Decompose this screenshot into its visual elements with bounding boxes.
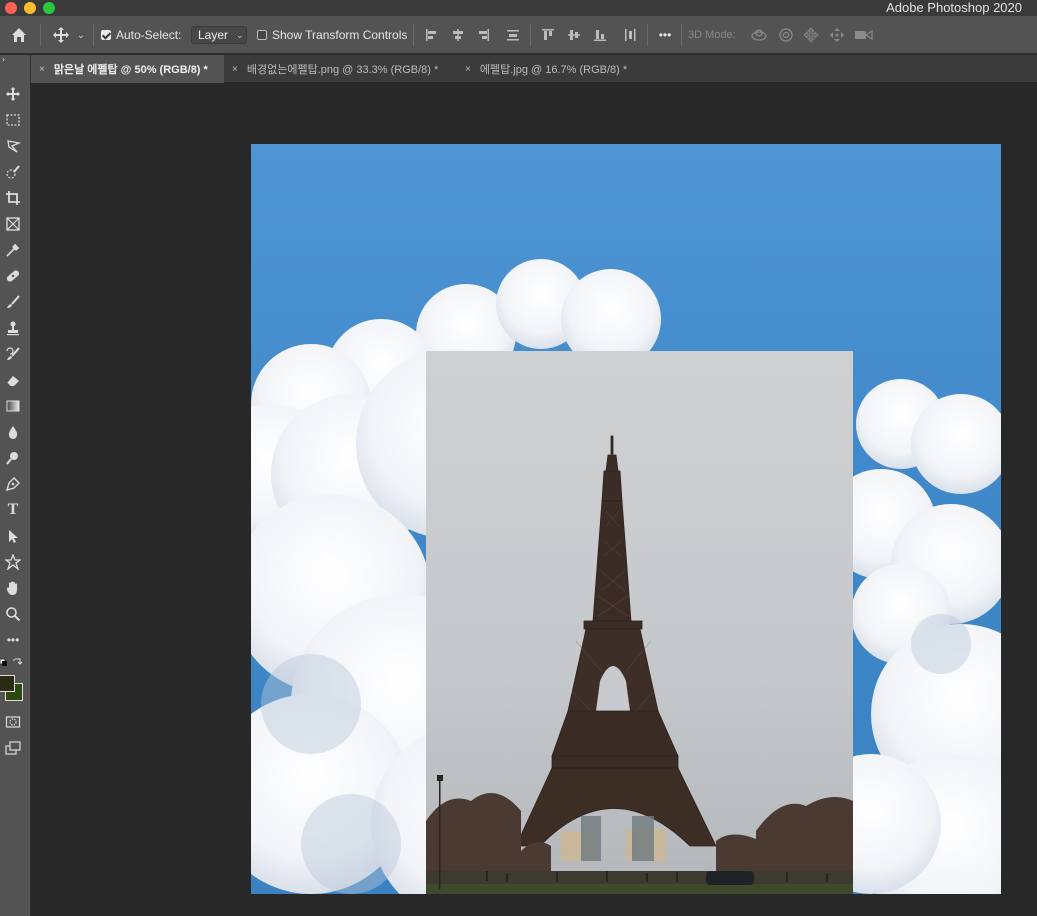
tab-label: 맑은날 에펠탑 @ 50% (RGB/8) *: [53, 64, 208, 76]
tool-preset-chevron-icon[interactable]: ⌄: [74, 16, 88, 54]
tab-label: 배경없는에펠탑.png @ 33.3% (RGB/8) *: [246, 64, 439, 76]
brush-icon[interactable]: [2, 291, 24, 313]
move-tool-icon[interactable]: [2, 83, 24, 105]
auto-select-option[interactable]: Auto-Select:: [101, 16, 181, 54]
distribute-horizontal-spacing-icon[interactable]: [621, 16, 639, 54]
show-transform-label: Show Transform Controls: [272, 28, 408, 42]
align-top-edges-icon[interactable]: [539, 16, 557, 54]
zoom-icon[interactable]: [2, 603, 24, 625]
document-tabs: × 맑은날 에펠탑 @ 50% (RGB/8) * × 배경없는에펠탑.png …: [31, 55, 1037, 83]
app-title: Adobe Photoshop 2020: [886, 0, 1022, 15]
history-brush-icon[interactable]: [2, 343, 24, 365]
minimize-window-button[interactable]: [24, 2, 36, 14]
tab-document-3[interactable]: × 에펠탑.jpg @ 16.7% (RGB/8) *: [457, 55, 647, 83]
home-icon[interactable]: [8, 16, 30, 54]
distribute-vertical-spacing-icon[interactable]: [504, 16, 522, 54]
lasso-icon[interactable]: [2, 135, 24, 157]
3d-slide-icon[interactable]: [827, 16, 847, 54]
3d-mode-label: 3D Mode:: [688, 29, 736, 41]
align-horizontal-centers-icon[interactable]: [449, 16, 467, 54]
3d-orbit-icon[interactable]: [749, 16, 769, 54]
align-right-edges-icon[interactable]: [474, 16, 492, 54]
gradient-icon[interactable]: [2, 395, 24, 417]
hand-icon[interactable]: [2, 577, 24, 599]
3d-roll-icon[interactable]: [776, 16, 796, 54]
auto-select-target-dropdown[interactable]: Layer ⌄: [191, 16, 247, 54]
3d-pan-icon[interactable]: [801, 16, 821, 54]
3d-scale-camera-icon[interactable]: [853, 16, 875, 54]
align-vertical-centers-icon[interactable]: [565, 16, 583, 54]
close-tab-icon[interactable]: ×: [232, 64, 238, 75]
tools-panel: › T •••: [0, 54, 31, 916]
auto-select-label: Auto-Select:: [116, 28, 182, 42]
tab-document-2[interactable]: × 배경없는에펠탑.png @ 33.3% (RGB/8) *: [224, 55, 457, 83]
close-tab-icon[interactable]: ×: [465, 64, 471, 75]
close-tab-icon[interactable]: ×: [39, 64, 45, 75]
frame-icon[interactable]: [2, 213, 24, 235]
screen-mode-icon[interactable]: [2, 737, 24, 759]
chevron-down-icon: ⌄: [236, 29, 244, 40]
more-options-button[interactable]: •••: [654, 16, 676, 54]
custom-shape-icon[interactable]: [2, 551, 24, 573]
align-bottom-edges-icon[interactable]: [591, 16, 609, 54]
show-transform-option[interactable]: Show Transform Controls: [257, 16, 407, 54]
auto-select-target-value: Layer: [198, 28, 229, 42]
type-icon[interactable]: T: [2, 499, 24, 521]
move-tool-icon[interactable]: [50, 16, 72, 54]
edit-toolbar-button[interactable]: •••: [2, 629, 24, 651]
foreground-color-swatch[interactable]: [0, 675, 15, 692]
quick-mask-icon[interactable]: [2, 711, 24, 733]
tab-label: 에펠탑.jpg @ 16.7% (RGB/8) *: [479, 64, 628, 76]
rectangular-marquee-icon[interactable]: [2, 109, 24, 131]
show-transform-checkbox[interactable]: [257, 30, 267, 40]
options-bar: ⌄ Auto-Select: Layer ⌄ Show Transform Co…: [0, 16, 1037, 54]
collapse-panel-icon[interactable]: ›: [2, 54, 5, 64]
default-colors-icon[interactable]: [0, 655, 26, 669]
quick-selection-icon[interactable]: [2, 161, 24, 183]
align-left-edges-icon[interactable]: [423, 16, 441, 54]
eiffel-tower-layer-image[interactable]: [426, 351, 853, 894]
healing-brush-icon[interactable]: [2, 265, 24, 287]
eraser-icon[interactable]: [2, 369, 24, 391]
auto-select-checkbox[interactable]: [101, 30, 111, 40]
blur-icon[interactable]: [2, 421, 24, 443]
clone-stamp-icon[interactable]: [2, 317, 24, 339]
close-window-button[interactable]: [5, 2, 17, 14]
path-selection-icon[interactable]: [2, 525, 24, 547]
crop-icon[interactable]: [2, 187, 24, 209]
eyedropper-icon[interactable]: [2, 239, 24, 261]
pen-icon[interactable]: [2, 473, 24, 495]
tab-document-1[interactable]: × 맑은날 에펠탑 @ 50% (RGB/8) *: [31, 55, 224, 83]
maximize-window-button[interactable]: [43, 2, 55, 14]
title-bar: Adobe Photoshop 2020: [0, 0, 1037, 16]
dodge-icon[interactable]: [2, 447, 24, 469]
